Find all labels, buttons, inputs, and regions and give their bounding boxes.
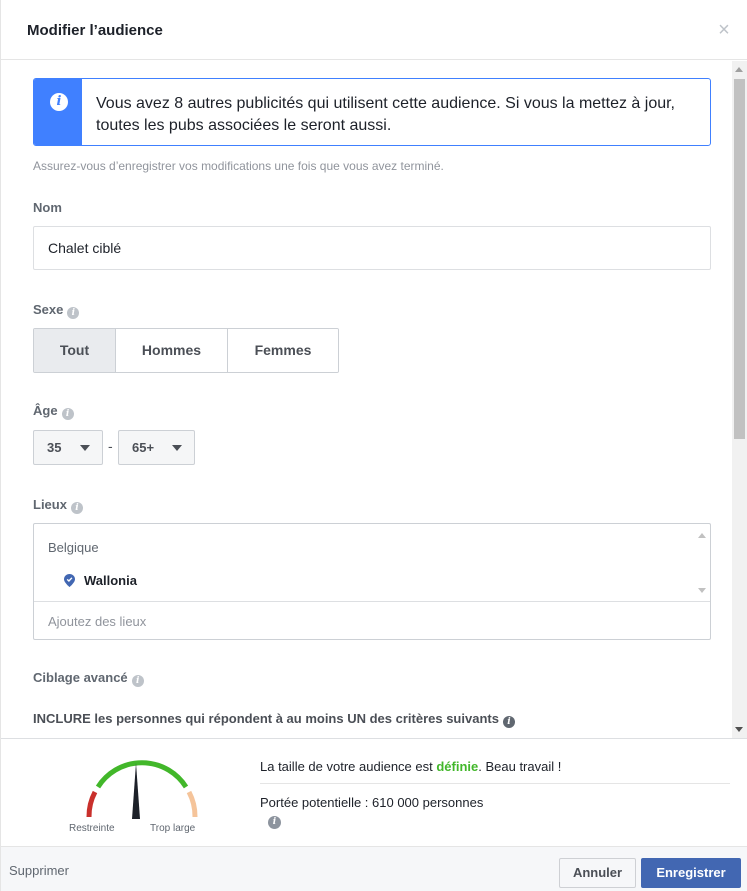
delete-link[interactable]: Supprimer	[9, 863, 69, 878]
location-pin-icon	[64, 574, 75, 587]
potential-reach: Portée potentielle : 610 000 personnes	[260, 795, 484, 810]
age-min-select[interactable]: 35	[33, 430, 103, 465]
shared-audience-notice: i Vous avez 8 autres publicités qui util…	[33, 78, 711, 146]
locations-box: Belgique Wallonia Ajoutez des lieux	[33, 523, 711, 640]
scroll-down-icon[interactable]	[735, 727, 743, 732]
save-button[interactable]: Enregistrer	[641, 858, 741, 888]
gauge-label-narrow: Restreinte	[69, 823, 115, 834]
info-icon: i	[50, 93, 68, 111]
info-icon[interactable]: i	[131, 675, 144, 687]
locations-label: Lieux i	[33, 497, 83, 514]
info-icon[interactable]: i	[61, 408, 74, 420]
age-label: Âge i	[33, 403, 74, 420]
gender-option-women[interactable]: Femmes	[228, 329, 338, 372]
info-icon[interactable]: i	[502, 716, 515, 728]
scroll-up-icon[interactable]	[735, 67, 743, 72]
save-hint: Assurez-vous d’enregistrer vos modificat…	[33, 159, 444, 173]
divider	[260, 783, 730, 784]
close-icon[interactable]: ×	[714, 20, 734, 40]
audience-size-panel: Restreinte Trop large La taille de votre…	[1, 738, 747, 846]
audience-size-gauge	[86, 760, 198, 819]
cancel-button[interactable]: Annuler	[559, 858, 636, 888]
audience-name-input[interactable]: Chalet ciblé	[33, 226, 711, 270]
info-icon[interactable]: i	[268, 816, 281, 829]
age-separator: -	[108, 438, 113, 454]
age-max-select[interactable]: 65+	[118, 430, 195, 465]
info-icon[interactable]: i	[67, 307, 80, 319]
dialog-body[interactable]: i Vous avez 8 autres publicités qui util…	[1, 61, 747, 738]
add-location-input[interactable]: Ajoutez des lieux	[48, 614, 146, 629]
gender-option-all[interactable]: Tout	[34, 329, 116, 372]
scrollbar-thumb[interactable]	[734, 79, 745, 439]
chevron-down-icon	[172, 445, 182, 451]
location-item[interactable]: Wallonia	[84, 573, 137, 588]
audience-status: La taille de votre audience est définie.…	[260, 759, 562, 774]
dialog-scrollbar[interactable]	[732, 61, 747, 738]
dialog-title: Modifier l’audience	[27, 22, 163, 39]
include-criteria-label: INCLURE les personnes qui répondent à au…	[33, 711, 515, 728]
notice-text: Vous avez 8 autres publicités qui utilis…	[96, 95, 675, 134]
gender-label: Sexe i	[33, 302, 80, 319]
dialog-header: Modifier l’audience ×	[1, 0, 747, 60]
edit-audience-dialog: Modifier l’audience × i Vous avez 8 autr…	[0, 0, 747, 891]
gender-selector: Tout Hommes Femmes	[33, 328, 339, 373]
dialog-footer: Supprimer Annuler Enregistrer	[1, 846, 747, 891]
locations-scrollbar[interactable]	[693, 524, 710, 602]
advanced-targeting-label: Ciblage avancé i	[33, 670, 144, 687]
gauge-needle	[132, 763, 140, 819]
gauge-label-broad: Trop large	[150, 823, 196, 834]
location-country: Belgique	[48, 540, 99, 555]
info-icon[interactable]: i	[70, 502, 83, 514]
name-label: Nom	[33, 200, 62, 215]
chevron-down-icon	[80, 445, 90, 451]
selected-locations-list[interactable]: Belgique Wallonia	[34, 524, 710, 602]
gender-option-men[interactable]: Hommes	[116, 329, 228, 372]
